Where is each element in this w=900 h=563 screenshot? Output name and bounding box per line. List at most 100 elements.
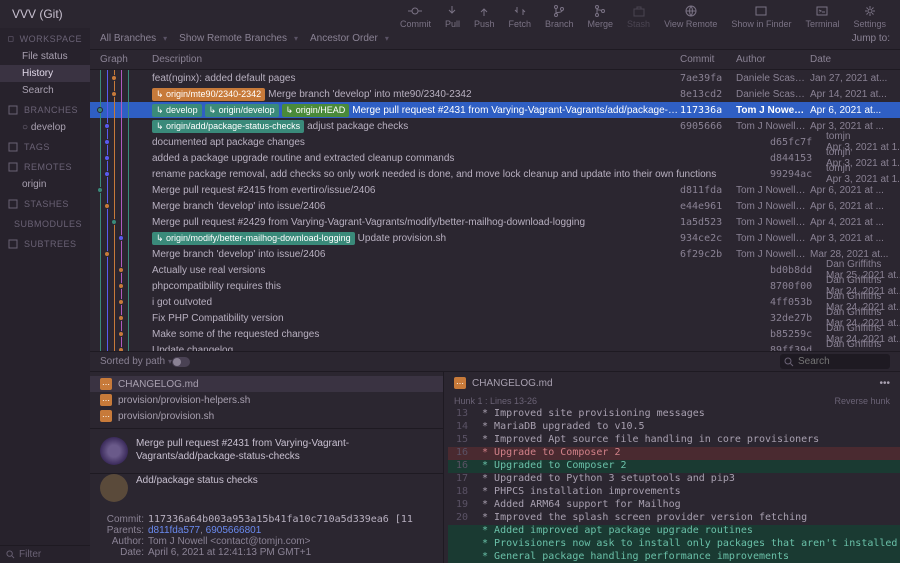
diff-line[interactable]: 20 * Improved the splash screen provider… [448, 512, 900, 525]
ref-tag[interactable]: ↳ develop [152, 104, 202, 117]
commit-row[interactable]: i got outvoted 4ff053b Dan Griffiths Mar… [90, 294, 900, 310]
sidebar-section-header[interactable]: SUBMODULES [0, 213, 90, 233]
ref-tag[interactable]: ↳ origin/HEAD [282, 104, 350, 117]
reverse-hunk-button[interactable]: Reverse hunk [834, 396, 890, 406]
sidebar-section-header[interactable]: SUBTREES [0, 233, 90, 253]
commit-row-author: Tom J Nowell <... [736, 217, 810, 228]
file-status-icon: ⋯ [100, 410, 112, 422]
pull-button[interactable]: Pull [445, 4, 460, 29]
remote-filter[interactable]: Show Remote Branches [179, 33, 298, 44]
file-item[interactable]: ⋯provision/provision-helpers.sh [90, 392, 443, 408]
ref-tag[interactable]: ↳ origin/mte90/2340-2342 [152, 88, 265, 101]
finder-button[interactable]: Show in Finder [731, 4, 791, 29]
user-avatar [100, 474, 128, 502]
order-filter[interactable]: Ancestor Order [310, 33, 389, 44]
diff-line[interactable]: * Added improved apt package upgrade rou… [448, 525, 900, 538]
file-item[interactable]: ⋯CHANGELOG.md [90, 376, 443, 392]
commit-row[interactable]: phpcompatibility requires this 8700f00 D… [90, 278, 900, 294]
sidebar-filter[interactable]: Filter [0, 545, 90, 563]
commit-detail-panel: ⋯CHANGELOG.md⋯provision/provision-helper… [90, 372, 444, 563]
sort-label[interactable]: Sorted by path [100, 356, 172, 367]
commit-button[interactable]: Commit [400, 4, 431, 29]
commit-row[interactable]: Merge branch 'develop' into issue/2406 e… [90, 198, 900, 214]
commit-row[interactable]: Actually use real versions bd0b8dd Dan G… [90, 262, 900, 278]
file-item[interactable]: ⋯provision/provision.sh [90, 408, 443, 424]
parent-link[interactable]: 6905666801 [206, 525, 262, 536]
commit-row[interactable]: Make some of the requested changes b8525… [90, 326, 900, 342]
diff-line[interactable]: 14 * MariaDB upgraded to v10.5 [448, 421, 900, 434]
sidebar-section-header[interactable]: TAGS [0, 136, 90, 156]
commit-description: rename package removal, add checks so on… [148, 169, 770, 180]
ref-tag[interactable]: ↳ origin/develop [205, 104, 279, 117]
commit-row-author: Tom J Nowell <... [736, 105, 810, 116]
commit-row[interactable]: documented apt package changes d65fc7f t… [90, 134, 900, 150]
ref-tag[interactable]: ↳ origin/add/package-status-checks [152, 120, 304, 133]
diff-line[interactable]: 18 * PHPCS installation improvements [448, 486, 900, 499]
branch-button[interactable]: Branch [545, 4, 574, 29]
diff-line[interactable]: 16 * Upgraded to Composer 2 [448, 460, 900, 473]
commit-short-hash: 1a5d523 [680, 217, 736, 228]
diff-line[interactable]: 16 * Upgrade to Composer 2 [448, 447, 900, 460]
sidebar: WORKSPACEFile statusHistorySearchBRANCHE… [0, 28, 90, 563]
diff-body[interactable]: 13 * Improved site provisioning messages… [444, 408, 900, 563]
commit-subject: Merge pull request #2431 from Varying-Va… [136, 437, 433, 465]
sidebar-item-search[interactable]: Search [0, 82, 90, 99]
commit-row[interactable]: rename package removal, add checks so on… [90, 166, 900, 182]
stash-button[interactable]: Stash [627, 4, 650, 29]
diff-options-icon[interactable]: ••• [879, 378, 890, 389]
commit-row[interactable]: Merge branch 'develop' into issue/2406 6… [90, 246, 900, 262]
sidebar-section-header[interactable]: REMOTES [0, 156, 90, 176]
commit-row[interactable]: Update changelog 89ff39d Dan Griffiths M… [90, 342, 900, 351]
sidebar-item-develop[interactable]: develop [0, 119, 90, 136]
commit-row[interactable]: ↳ origin/mte90/2340-2342Merge branch 'de… [90, 86, 900, 102]
commit-row[interactable]: ↳ origin/add/package-status-checksadjust… [90, 118, 900, 134]
commit-date: April 6, 2021 at 12:41:13 PM GMT+1 [148, 547, 311, 558]
sidebar-section-header[interactable]: WORKSPACE [0, 28, 90, 48]
commit-description: phpcompatibility requires this [148, 281, 770, 292]
col-date[interactable]: Date [810, 54, 900, 65]
sort-toggle[interactable] [172, 357, 190, 367]
sidebar-item-history[interactable]: History [0, 65, 90, 82]
sidebar-item-file-status[interactable]: File status [0, 48, 90, 65]
diff-line[interactable]: * General package handling performance i… [448, 551, 900, 563]
jump-to[interactable]: Jump to: [852, 33, 890, 44]
commit-row[interactable]: added a package upgrade routine and extr… [90, 150, 900, 166]
col-commit[interactable]: Commit [680, 54, 736, 65]
diff-line[interactable]: 15 * Improved Apt source file handling i… [448, 434, 900, 447]
commit-row[interactable]: Merge pull request #2415 from evertiro/i… [90, 182, 900, 198]
commit-row[interactable]: ↳ origin/modify/better-mailhog-download-… [90, 230, 900, 246]
push-button[interactable]: Push [474, 4, 495, 29]
commit-list[interactable]: feat(nginx): added default pages 7ae39fa… [90, 70, 900, 351]
diff-line[interactable]: 17 * Upgraded to Python 3 setuptools and… [448, 473, 900, 486]
commit-short-hash: d65fc7f [770, 137, 826, 148]
diff-line[interactable]: * Provisioners now ask to install only p… [448, 538, 900, 551]
commit-short-hash: 8700f00 [770, 281, 826, 292]
commit-description: Make some of the requested changes [148, 329, 770, 340]
search-input[interactable] [780, 354, 890, 369]
commit-row[interactable]: ↳ develop↳ origin/develop↳ origin/HEADMe… [90, 102, 900, 118]
commit-description: i got outvoted [148, 297, 770, 308]
branch-filter[interactable]: All Branches [100, 33, 167, 44]
diff-line[interactable]: 19 * Added ARM64 support for Mailhog [448, 499, 900, 512]
diff-line[interactable]: 13 * Improved site provisioning messages [448, 408, 900, 421]
ref-tag[interactable]: ↳ origin/modify/better-mailhog-download-… [152, 232, 355, 245]
remote-button[interactable]: View Remote [664, 4, 717, 29]
col-graph[interactable]: Graph [90, 54, 148, 65]
col-description[interactable]: Description [148, 54, 680, 65]
terminal-button[interactable]: Terminal [805, 4, 839, 29]
commit-row[interactable]: feat(nginx): added default pages 7ae39fa… [90, 70, 900, 86]
parent-link[interactable]: d811fda577 [148, 525, 200, 536]
sidebar-section-header[interactable]: BRANCHES [0, 99, 90, 119]
merge-button[interactable]: Merge [588, 4, 614, 29]
commit-row[interactable]: Fix PHP Compatibility version 32de27b Da… [90, 310, 900, 326]
commit-short-hash: 32de27b [770, 313, 826, 324]
toolbar: Commit Pull Push Fetch Branch Merge Stash View … [400, 0, 900, 32]
commit-row[interactable]: Merge pull request #2429 from Varying-Va… [90, 214, 900, 230]
col-author[interactable]: Author [736, 54, 810, 65]
sidebar-section-header[interactable]: STASHES [0, 193, 90, 213]
merge-icon [593, 4, 607, 18]
fetch-button[interactable]: Fetch [508, 4, 531, 29]
settings-button[interactable]: Settings [853, 4, 886, 29]
commit-short-hash: 99294ac [770, 169, 826, 180]
sidebar-item-origin[interactable]: origin [0, 176, 90, 193]
